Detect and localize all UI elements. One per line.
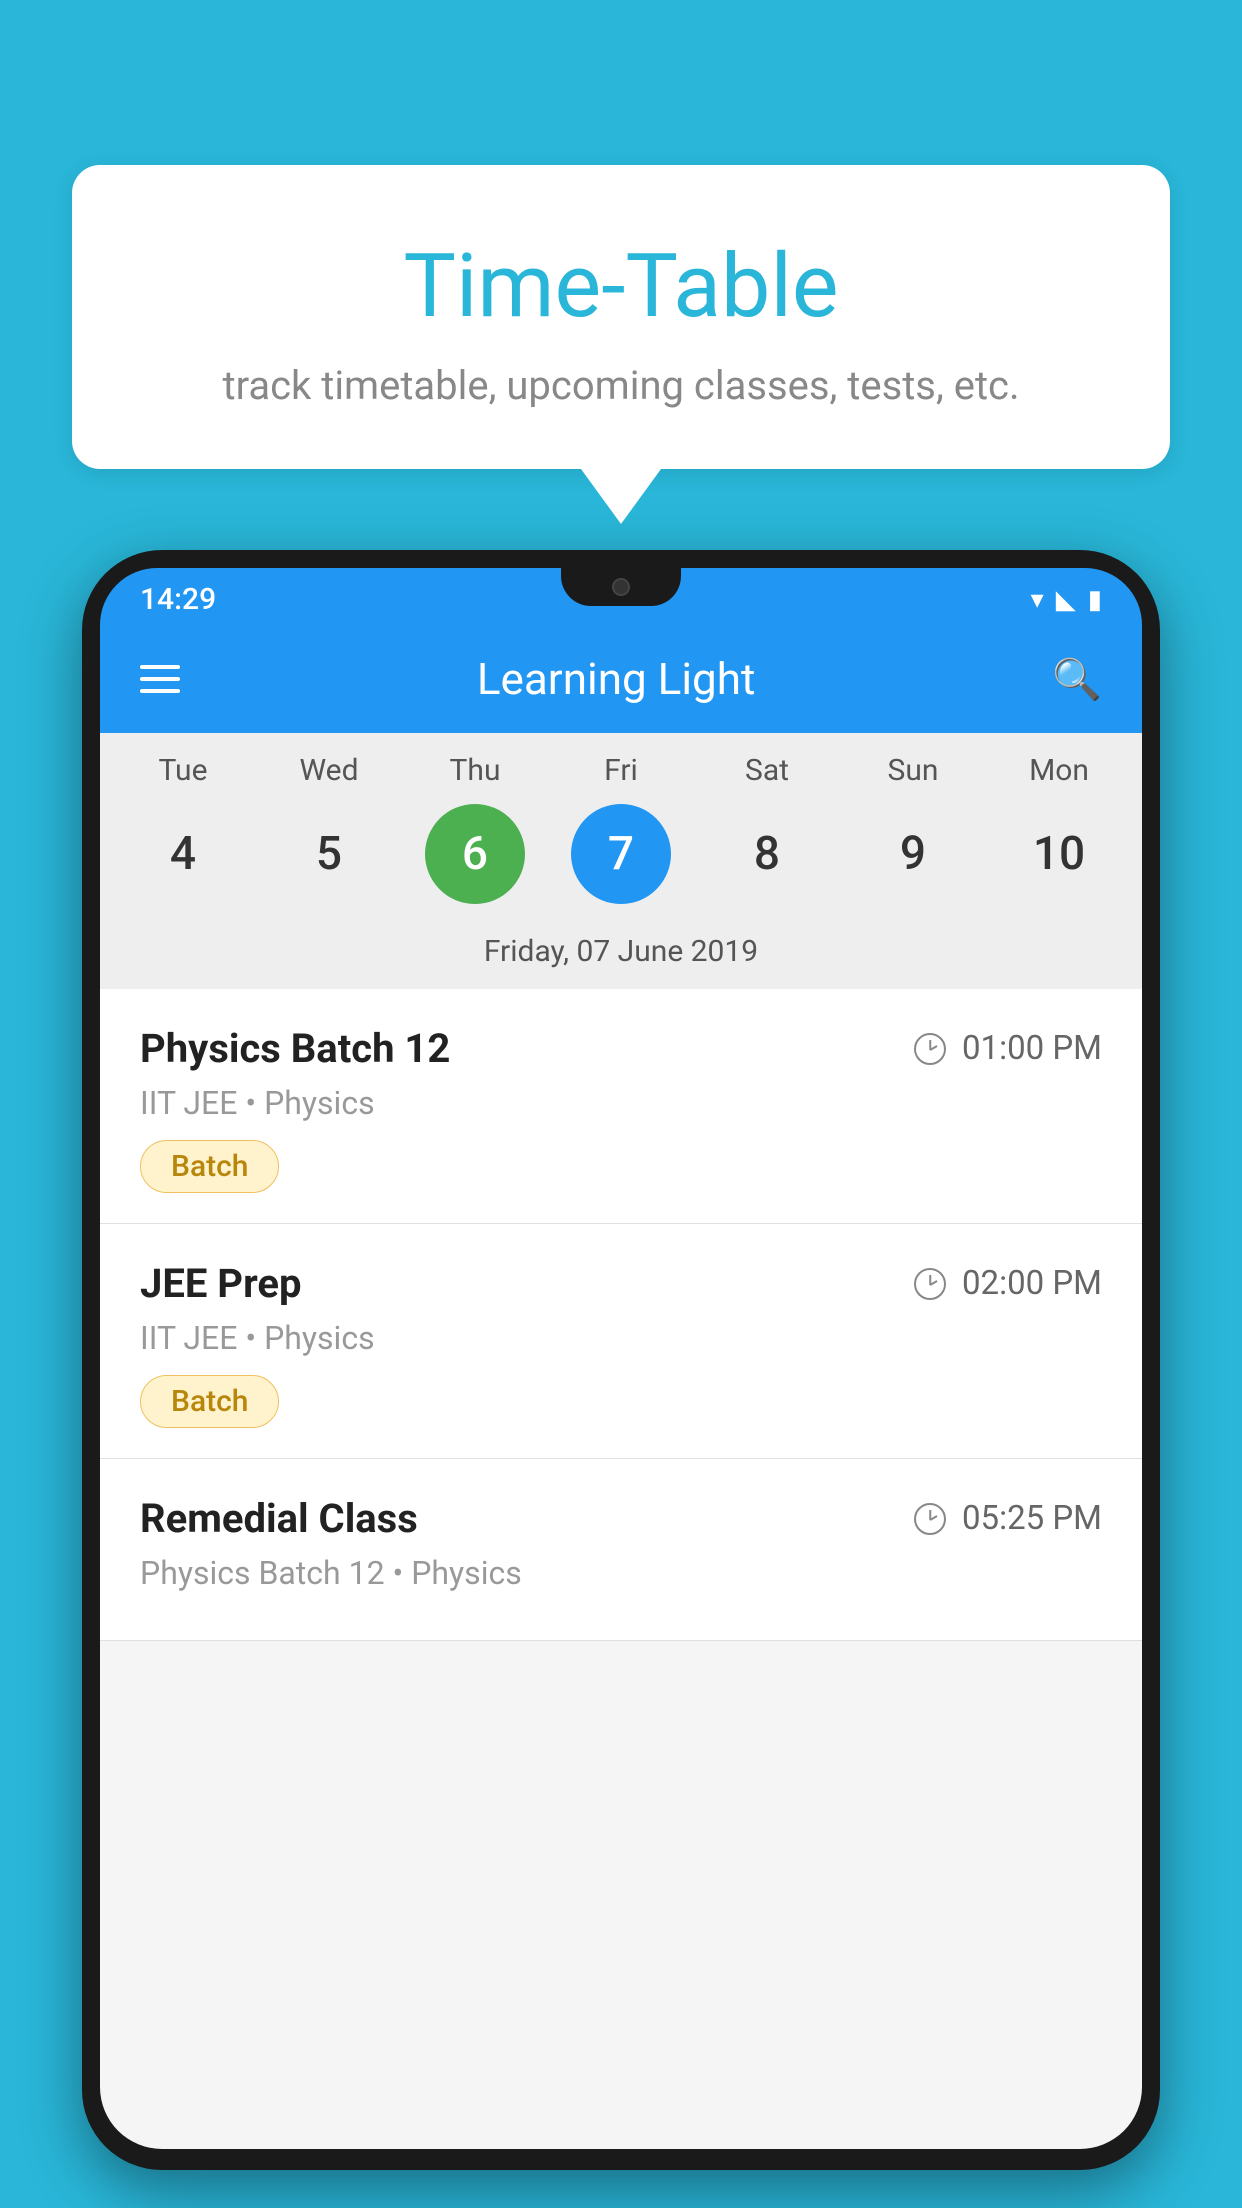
hero-subtitle: track timetable, upcoming classes, tests… — [132, 362, 1110, 409]
speech-bubble-arrow — [581, 469, 661, 524]
selected-date: Friday, 07 June 2019 — [100, 924, 1142, 989]
clock-icon-2 — [914, 1268, 946, 1300]
day-9[interactable]: 9 — [863, 804, 963, 904]
batch-badge-1: Batch — [140, 1140, 279, 1193]
front-camera — [612, 578, 630, 596]
days-numbers: 4 5 6 7 8 9 10 — [100, 796, 1142, 924]
class-time-2: 02:00 PM — [914, 1264, 1102, 1303]
app-screen: Learning Light 🔍 Tue Wed Thu Fri Sat Sun… — [100, 625, 1142, 2149]
class-time-1: 01:00 PM — [914, 1029, 1102, 1068]
status-icons: ▾ ◣ ▮ — [1031, 585, 1102, 615]
class-time-value-3: 05:25 PM — [962, 1499, 1102, 1538]
class-meta-2: IIT JEE • Physics — [140, 1319, 1102, 1357]
batch-badge-2: Batch — [140, 1375, 279, 1428]
class-name-3: Remedial Class — [140, 1495, 418, 1542]
class-time-value-1: 01:00 PM — [962, 1029, 1102, 1068]
class-item-3[interactable]: Remedial Class 05:25 PM Physics Batch 12… — [100, 1459, 1142, 1641]
speech-bubble-card: Time-Table track timetable, upcoming cla… — [72, 165, 1170, 469]
day-label-sat: Sat — [717, 753, 817, 788]
day-10[interactable]: 10 — [1009, 804, 1109, 904]
day-7-selected[interactable]: 7 — [571, 804, 671, 904]
class-time-value-2: 02:00 PM — [962, 1264, 1102, 1303]
battery-icon: ▮ — [1088, 585, 1102, 615]
day-4[interactable]: 4 — [133, 804, 233, 904]
class-item-header-2: JEE Prep 02:00 PM — [140, 1260, 1102, 1307]
class-time-3: 05:25 PM — [914, 1499, 1102, 1538]
class-item-2[interactable]: JEE Prep 02:00 PM IIT JEE • Physics Batc… — [100, 1224, 1142, 1459]
class-name-1: Physics Batch 12 — [140, 1025, 450, 1072]
status-time: 14:29 — [140, 582, 216, 617]
search-button[interactable]: 🔍 — [1052, 656, 1102, 703]
app-title: Learning Light — [477, 653, 756, 705]
day-label-tue: Tue — [133, 753, 233, 788]
clock-icon-3 — [914, 1503, 946, 1535]
status-bar: 14:29 ▾ ◣ ▮ — [100, 568, 1142, 625]
wifi-icon: ▾ — [1031, 585, 1044, 615]
clock-icon-1 — [914, 1033, 946, 1065]
day-label-wed: Wed — [279, 753, 379, 788]
days-header: Tue Wed Thu Fri Sat Sun Mon — [100, 733, 1142, 796]
day-8[interactable]: 8 — [717, 804, 817, 904]
day-label-sun: Sun — [863, 753, 963, 788]
class-meta-3: Physics Batch 12 • Physics — [140, 1554, 1102, 1592]
day-5[interactable]: 5 — [279, 804, 379, 904]
class-name-2: JEE Prep — [140, 1260, 301, 1307]
phone-mockup: 14:29 ▾ ◣ ▮ Learning Light 🔍 — [82, 550, 1160, 2208]
class-meta-1: IIT JEE • Physics — [140, 1084, 1102, 1122]
class-item-header-1: Physics Batch 12 01:00 PM — [140, 1025, 1102, 1072]
calendar-section: Tue Wed Thu Fri Sat Sun Mon 4 5 6 7 8 9 … — [100, 733, 1142, 989]
day-label-mon: Mon — [1009, 753, 1109, 788]
signal-icon: ◣ — [1056, 585, 1076, 615]
hero-section: Time-Table track timetable, upcoming cla… — [72, 165, 1170, 524]
class-item-header-3: Remedial Class 05:25 PM — [140, 1495, 1102, 1542]
class-item-1[interactable]: Physics Batch 12 01:00 PM IIT JEE • Phys… — [100, 989, 1142, 1224]
day-6-today[interactable]: 6 — [425, 804, 525, 904]
phone-frame: 14:29 ▾ ◣ ▮ Learning Light 🔍 — [82, 550, 1160, 2170]
hero-title: Time-Table — [132, 235, 1110, 338]
menu-button[interactable] — [140, 665, 180, 693]
classes-list: Physics Batch 12 01:00 PM IIT JEE • Phys… — [100, 989, 1142, 1641]
day-label-fri: Fri — [571, 753, 671, 788]
app-toolbar: Learning Light 🔍 — [100, 625, 1142, 733]
phone-notch — [561, 568, 681, 606]
day-label-thu: Thu — [425, 753, 525, 788]
